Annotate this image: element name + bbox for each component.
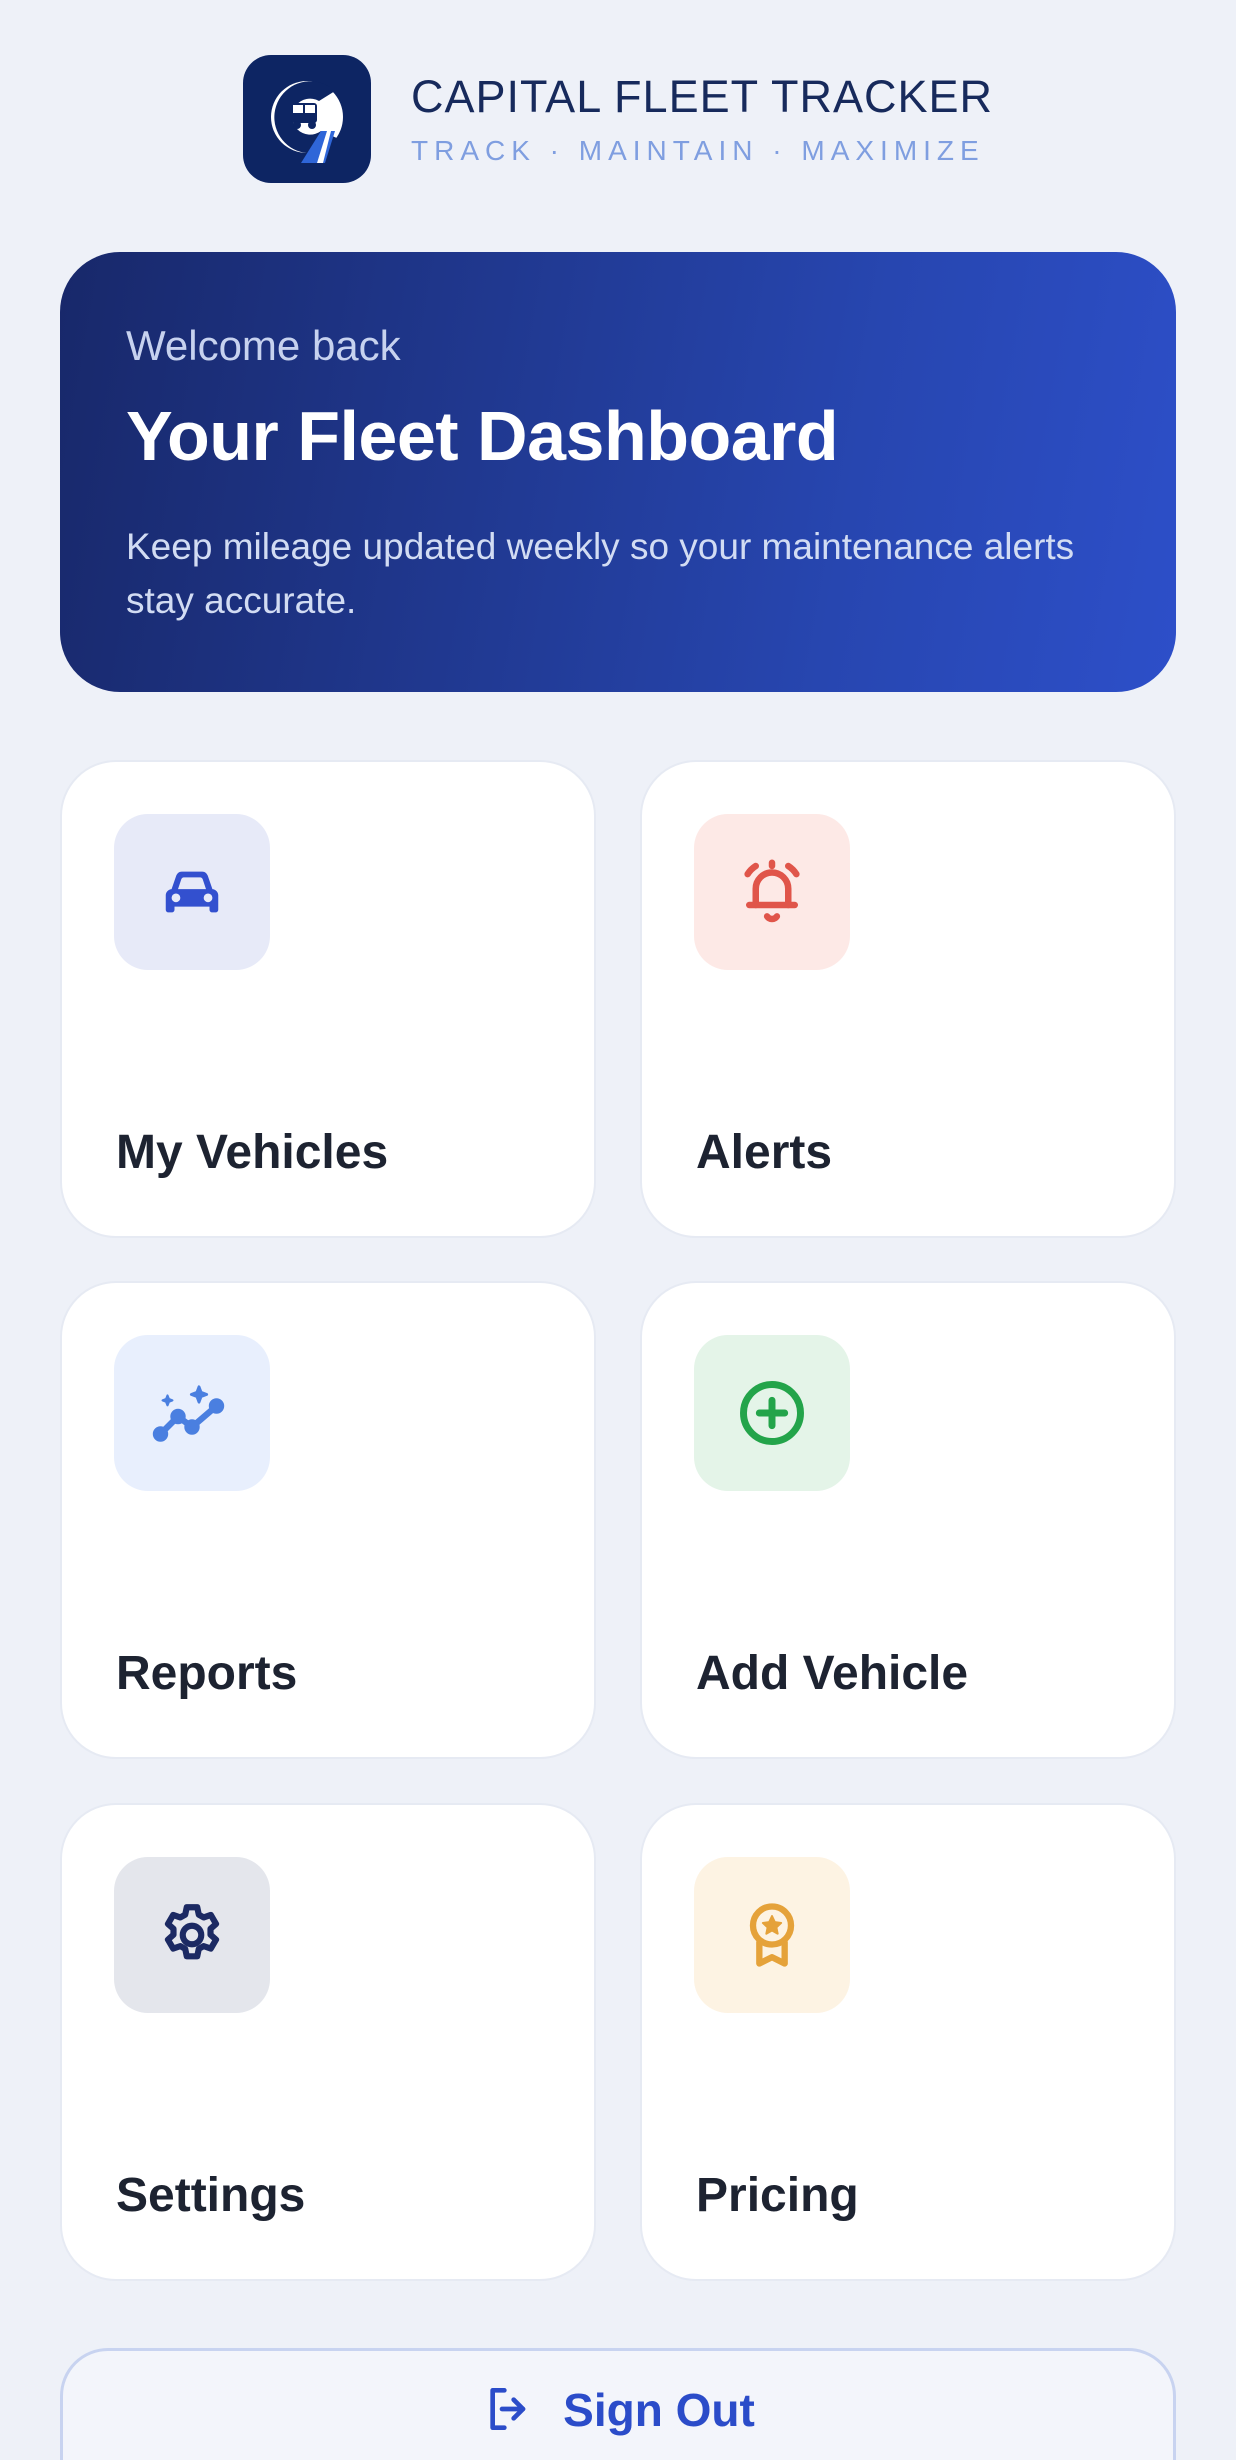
- welcome-banner: Welcome back Your Fleet Dashboard Keep m…: [60, 252, 1176, 692]
- tile-label: My Vehicles: [116, 1126, 389, 1179]
- app-header: CAPITAL FLEET TRACKER TRACK · MAINTAIN ·…: [0, 54, 1236, 184]
- award-badge-icon: [749, 1903, 795, 1967]
- tile-icon-box: [694, 1857, 850, 2013]
- sign-out-label: Sign Out: [563, 2384, 755, 2436]
- tile-pricing[interactable]: Pricing: [640, 1803, 1176, 2281]
- tile-reports[interactable]: Reports: [60, 1281, 596, 1759]
- tile-icon-box: [114, 1335, 270, 1491]
- tile-icon-box: [114, 814, 270, 970]
- logout-icon: [490, 2388, 526, 2430]
- gear-icon: [164, 1904, 220, 1960]
- app-logo: [243, 55, 371, 183]
- welcome-text: Welcome back: [126, 322, 401, 369]
- car-icon: [165, 871, 219, 913]
- tile-label: Settings: [116, 2169, 306, 2222]
- tile-label: Add Vehicle: [696, 1647, 969, 1700]
- brand-text: CAPITAL FLEET TRACKER TRACK · MAINTAIN ·…: [411, 71, 993, 167]
- tile-icon-box: [694, 1335, 850, 1491]
- dashboard-title: Your Fleet Dashboard: [126, 397, 839, 475]
- sign-out-button[interactable]: Sign Out: [60, 2348, 1176, 2460]
- sparkle-trend-icon: [152, 1385, 225, 1442]
- tile-add-vehicle[interactable]: Add Vehicle: [640, 1281, 1176, 1759]
- tile-icon-box: [114, 1857, 270, 2013]
- tile-settings[interactable]: Settings: [60, 1803, 596, 2281]
- tile-label: Reports: [116, 1647, 298, 1700]
- tile-icon-box: [694, 814, 850, 970]
- tile-label: Pricing: [696, 2169, 859, 2222]
- alarm-bell-icon: [744, 859, 800, 923]
- tile-label: Alerts: [696, 1126, 833, 1179]
- truck-road-logo-icon: [271, 81, 343, 163]
- tile-alerts[interactable]: Alerts: [640, 760, 1176, 1238]
- mileage-tip: Keep mileage updated weekly so your main…: [126, 526, 1075, 621]
- app-tagline: TRACK · MAINTAIN · MAXIMIZE: [411, 135, 985, 166]
- plus-circle-icon: [740, 1381, 804, 1445]
- tile-my-vehicles[interactable]: My Vehicles: [60, 760, 596, 1238]
- app-title: CAPITAL FLEET TRACKER: [411, 71, 993, 122]
